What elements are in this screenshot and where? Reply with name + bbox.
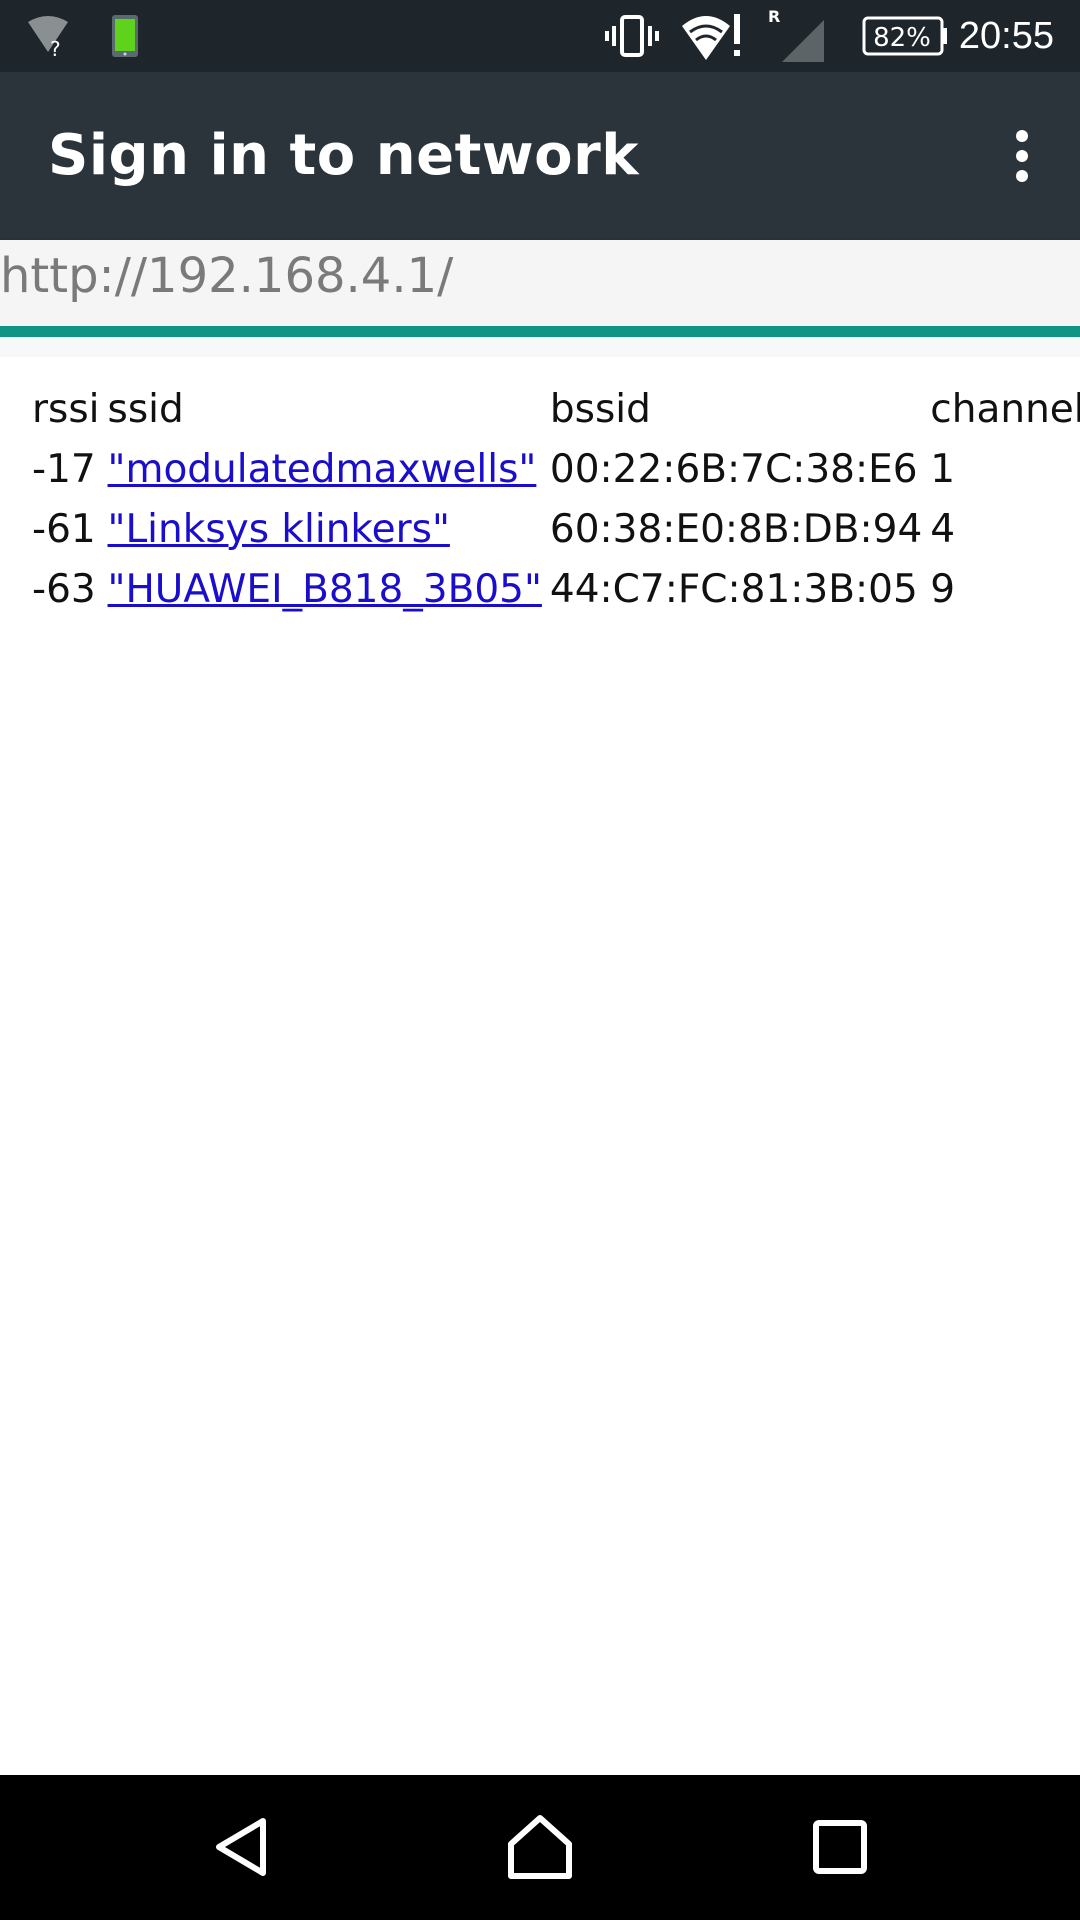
- table-row: -61 "Linksys klinkers" 60:38:E0:8B:DB:94…: [32, 499, 1080, 559]
- header-ssid: ssid: [107, 386, 184, 432]
- svg-text:?: ?: [50, 37, 61, 58]
- cell-rssi: -61: [32, 506, 96, 552]
- header-bssid: bssid: [549, 386, 651, 432]
- recents-icon: [813, 1820, 867, 1874]
- clock: 20:55: [958, 15, 1054, 57]
- vibrate-icon: [604, 0, 660, 72]
- ssid-link[interactable]: "Linksys klinkers": [108, 507, 450, 552]
- cell-bssid: 00:22:6B:7C:38:E6: [549, 446, 918, 492]
- cell-ssid: "HUAWEI_B818_3B05": [108, 559, 546, 619]
- cell-rssi: -17: [32, 446, 96, 492]
- table-row: -63 "HUAWEI_B818_3B05" 44:C7:FC:81:3B:05…: [32, 559, 1080, 619]
- recents-button[interactable]: [785, 1797, 895, 1897]
- table-header-row: rssi ssid bssid channel s: [32, 379, 1080, 439]
- ssid-link[interactable]: "HUAWEI_B818_3B05": [108, 567, 542, 612]
- cell-channel: 9: [930, 566, 956, 612]
- web-content[interactable]: rssi ssid bssid channel s -17 "modulated…: [0, 357, 1080, 1775]
- roaming-indicator: R: [768, 8, 780, 26]
- cell-channel: 4: [930, 506, 956, 552]
- home-button[interactable]: [485, 1797, 595, 1897]
- status-bar: ? R 82% 20:55: [0, 0, 1080, 72]
- cell-channel: 1: [930, 446, 956, 492]
- overflow-menu-button[interactable]: [982, 116, 1062, 196]
- home-icon: [508, 1815, 572, 1879]
- ssid-link[interactable]: "modulatedmaxwells": [108, 447, 537, 492]
- back-button[interactable]: [186, 1797, 296, 1897]
- networks-table: rssi ssid bssid channel s -17 "modulated…: [28, 379, 1080, 619]
- battery-percent: 82%: [873, 23, 931, 53]
- wifi-alert-icon: [682, 0, 742, 72]
- cell-bssid: 44:C7:FC:81:3B:05: [549, 566, 918, 612]
- app-bar: Sign in to network: [0, 72, 1080, 240]
- battery-icon: 82%: [862, 0, 948, 72]
- table-row: -17 "modulatedmaxwells" 00:22:6B:7C:38:E…: [32, 439, 1080, 499]
- page-title: Sign in to network: [48, 123, 639, 188]
- navigation-bar: [0, 1775, 1080, 1920]
- phone-charging-icon: [110, 0, 140, 72]
- progress-spacer: [0, 337, 1080, 357]
- url-text: http://192.168.4.1/: [0, 248, 454, 304]
- cell-bssid: 60:38:E0:8B:DB:94: [549, 506, 923, 552]
- header-channel: channel: [930, 386, 1080, 432]
- overflow-menu-icon: [1016, 130, 1028, 182]
- cell-ssid: "modulatedmaxwells": [108, 439, 546, 499]
- cell-rssi: -63: [32, 566, 96, 612]
- progress-fill: [0, 326, 1080, 337]
- header-rssi: rssi: [32, 386, 100, 432]
- cell-signal-icon: R: [768, 0, 828, 72]
- page-load-progress: [0, 326, 1080, 337]
- wifi-unknown-icon: ?: [26, 0, 70, 72]
- back-icon: [216, 1818, 266, 1876]
- url-bar: http://192.168.4.1/: [0, 240, 1080, 326]
- cell-ssid: "Linksys klinkers": [108, 499, 546, 559]
